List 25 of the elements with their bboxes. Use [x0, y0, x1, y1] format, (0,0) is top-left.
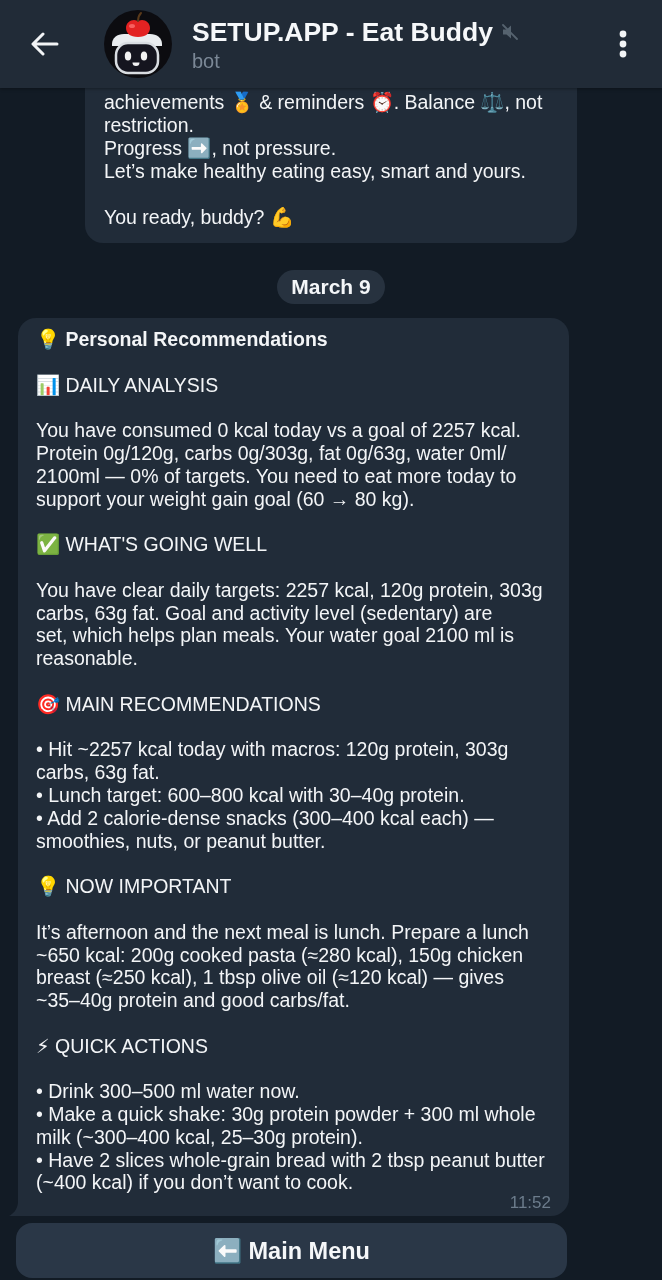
section-heading: ⚡ QUICK ACTIONS	[36, 1034, 209, 1058]
bullet-item: • Have 2 slices whole-grain bread with 2 tbsp peanut butter (~400 kcal) if you don’t want to cook.	[36, 1148, 545, 1194]
bullet-item: • Hit ~2257 kcal today with macros: 120g protein, 303g carbs, 63g fat.	[36, 738, 509, 784]
date-separator: March 9	[277, 270, 385, 304]
section-heading: ✅ WHAT'S GOING WELL	[36, 533, 269, 556]
more-vertical-icon	[619, 30, 627, 58]
message-paragraph: It’s afternoon and the next meal is lunch. Prepare a lunch ~650 kcal: 200g cooked pasta (≈280 kcal), 150g chicken breast (≈250 kcal), 1 tbsp olive oil (≈120 kcal) — gives ~35–40g protein and good carbs/fat.	[36, 920, 530, 1012]
message-paragraph: You have clear daily targets: 2257 kcal, 120g protein, 303g carbs, 63g fat. Goal and activity level (sedentary) are set, which helps plan meals. Your water goal 2100 ml is reasonable.	[36, 578, 544, 670]
message-paragraph: You have consumed 0 kcal today vs a goal of 2257 kcal. Protein 0g/120g, carbs 0g/303g, fat 0g/63g, water 0ml/ 2100ml — 0% of targets. You need to eat more today to support your weight gain goal (60 → 80 kg).	[36, 419, 522, 511]
message-title: 💡 Personal Recommendations	[36, 328, 329, 351]
keyboard-button[interactable]: ⬅ Main Menu	[16, 1223, 567, 1278]
back-arrow-icon	[31, 32, 59, 56]
bullet-item: • Lunch target: 600–800 kcal with 30–40g protein.	[36, 783, 465, 806]
bullet-item: • Drink 300–500 ml water now.	[36, 1080, 300, 1103]
robot-avatar	[104, 10, 172, 78]
message-paragraph: achievements 🏅 & reminders ⏰. Balance ⚖, not restriction. Progress ➡, not pressure. Let’s make healthy eating easy, smart and yours.	[104, 91, 544, 183]
message-paragraph: You ready, buddy? 💪	[104, 206, 295, 229]
bullet-item: • Make a quick shake: 30g protein powder + 300 ml whole milk (~300–400 kcal, 25–30g protein).	[36, 1103, 536, 1148]
section-heading: 🎯 MAIN RECOMMENDATIONS	[36, 692, 322, 716]
chat-subtitle: bot	[192, 49, 220, 74]
bullet-item: • Add 2 calorie-dense snacks (300–400 kcal each) — smoothies, nuts, or peanut butter.	[36, 806, 494, 852]
message-time: 11:52	[509, 1194, 551, 1213]
section-heading: 💡 NOW IMPORTANT	[36, 875, 233, 898]
chat-title: SETUP.APP - Eat Buddy	[192, 16, 493, 48]
section-heading: 📊 DAILY ANALYSIS	[36, 373, 220, 397]
